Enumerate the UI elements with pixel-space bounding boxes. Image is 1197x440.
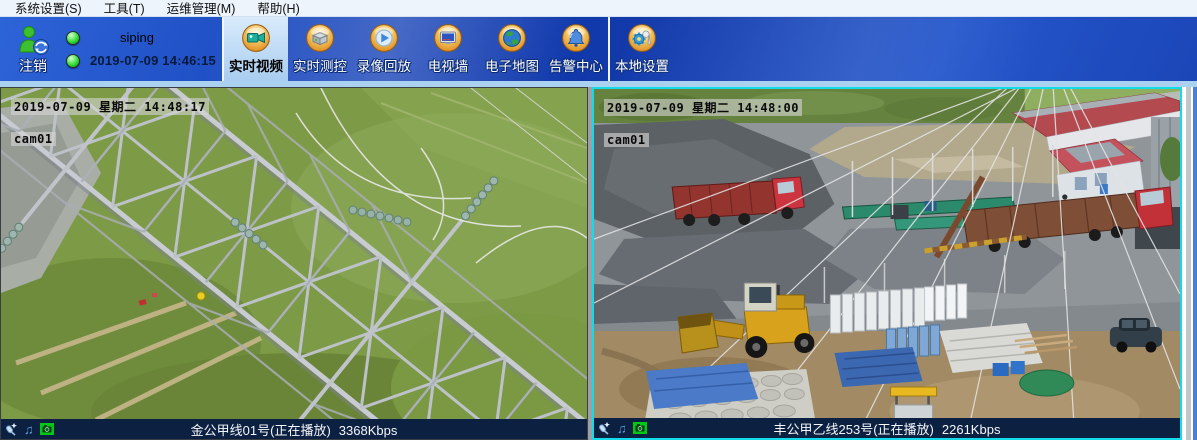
audio-note-icon[interactable]: ♫ [617, 422, 627, 435]
tab-label: 告警中心 [549, 55, 603, 75]
main-tabs: 实时视频 实时测控 录像回放 [224, 17, 608, 81]
right-video-scene [594, 89, 1180, 438]
tab-alarm-center[interactable]: 告警中心 [544, 17, 608, 81]
microphone-icon[interactable] [598, 421, 611, 435]
tab-label: 实时视频 [229, 55, 283, 75]
tab-electronic-map[interactable]: 电子地图 [480, 17, 544, 81]
video-status-bar: ♫ 丰公甲乙线253号(正在播放) 2261Kbps [594, 418, 1180, 438]
tab-realtime-control[interactable]: 实时测控 [288, 17, 352, 81]
tab-label: 本地设置 [615, 55, 669, 75]
osd-timestamp: 2019-07-09 星期二 14:48:00 [604, 99, 802, 116]
osd-timestamp: 2019-07-09 星期二 14:48:17 [11, 98, 209, 115]
gear-wrench-icon [627, 23, 657, 53]
video-title: 丰公甲乙线253号(正在播放) 2261Kbps [594, 419, 1180, 438]
left-video-scene [1, 88, 587, 439]
video-grid: 2019-07-09 星期二 14:48:17 cam01 ♫ 金公甲线01号( [0, 87, 1197, 440]
window-right-border [1182, 87, 1197, 440]
tab-video-playback[interactable]: 录像回放 [352, 17, 416, 81]
toolbar-separator [608, 17, 610, 81]
channel-name: 金公甲线01号(正在播放) [191, 423, 331, 438]
tab-label: 录像回放 [357, 55, 411, 75]
alarm-bell-icon [561, 23, 591, 53]
menu-bar: 系统设置(S) 工具(T) 运维管理(M) 帮助(H) [0, 0, 1197, 17]
tv-wall-icon [433, 23, 463, 53]
session-datetime: 2019-07-09 14:46:15 [90, 53, 216, 68]
video-status-bar: ♫ 金公甲线01号(正在播放) 3368Kbps [1, 419, 587, 439]
bitrate-label: 2261Kbps [942, 422, 1001, 437]
osd-camera-label: cam01 [11, 132, 56, 146]
status-led-icon [66, 31, 80, 45]
status-led-column: siping 2019-07-09 14:46:15 [66, 17, 222, 81]
microphone-icon[interactable] [5, 422, 18, 436]
audio-note-icon[interactable]: ♫ [24, 423, 34, 436]
status-led-icon [66, 54, 80, 68]
tab-tv-wall[interactable]: 电视墙 [416, 17, 480, 81]
channel-name: 丰公甲乙线253号(正在播放) [774, 422, 934, 437]
tab-local-settings[interactable]: 本地设置 [610, 17, 674, 81]
tab-label: 实时测控 [293, 55, 347, 75]
logout-user-globe-icon [15, 24, 51, 56]
session-group: 注销 siping 2019-07-09 14:46:15 [0, 17, 222, 81]
logout-label: 注销 [19, 56, 47, 76]
record-camera-icon[interactable] [40, 423, 54, 435]
osd-camera-label: cam01 [604, 133, 649, 147]
globe-map-icon [497, 23, 527, 53]
monitor-device-icon [305, 23, 335, 53]
video-camera-icon [241, 23, 271, 53]
playback-icon [369, 23, 399, 53]
logged-in-username: siping [120, 30, 154, 45]
video-title: 金公甲线01号(正在播放) 3368Kbps [1, 420, 587, 439]
toolbar: 注销 siping 2019-07-09 14:46:15 实时视频 [0, 17, 1197, 81]
video-pane-right[interactable]: 2019-07-09 星期二 14:48:00 cam01 ♫ 丰公甲乙线253 [592, 87, 1182, 440]
logout-button[interactable]: 注销 [0, 17, 66, 81]
tab-realtime-video[interactable]: 实时视频 [224, 17, 288, 81]
video-pane-left[interactable]: 2019-07-09 星期二 14:48:17 cam01 ♫ 金公甲线01号( [0, 87, 588, 440]
tab-label: 电视墙 [428, 55, 469, 75]
record-camera-icon[interactable] [633, 422, 647, 434]
bitrate-label: 3368Kbps [339, 423, 398, 438]
tab-label: 电子地图 [485, 55, 539, 75]
